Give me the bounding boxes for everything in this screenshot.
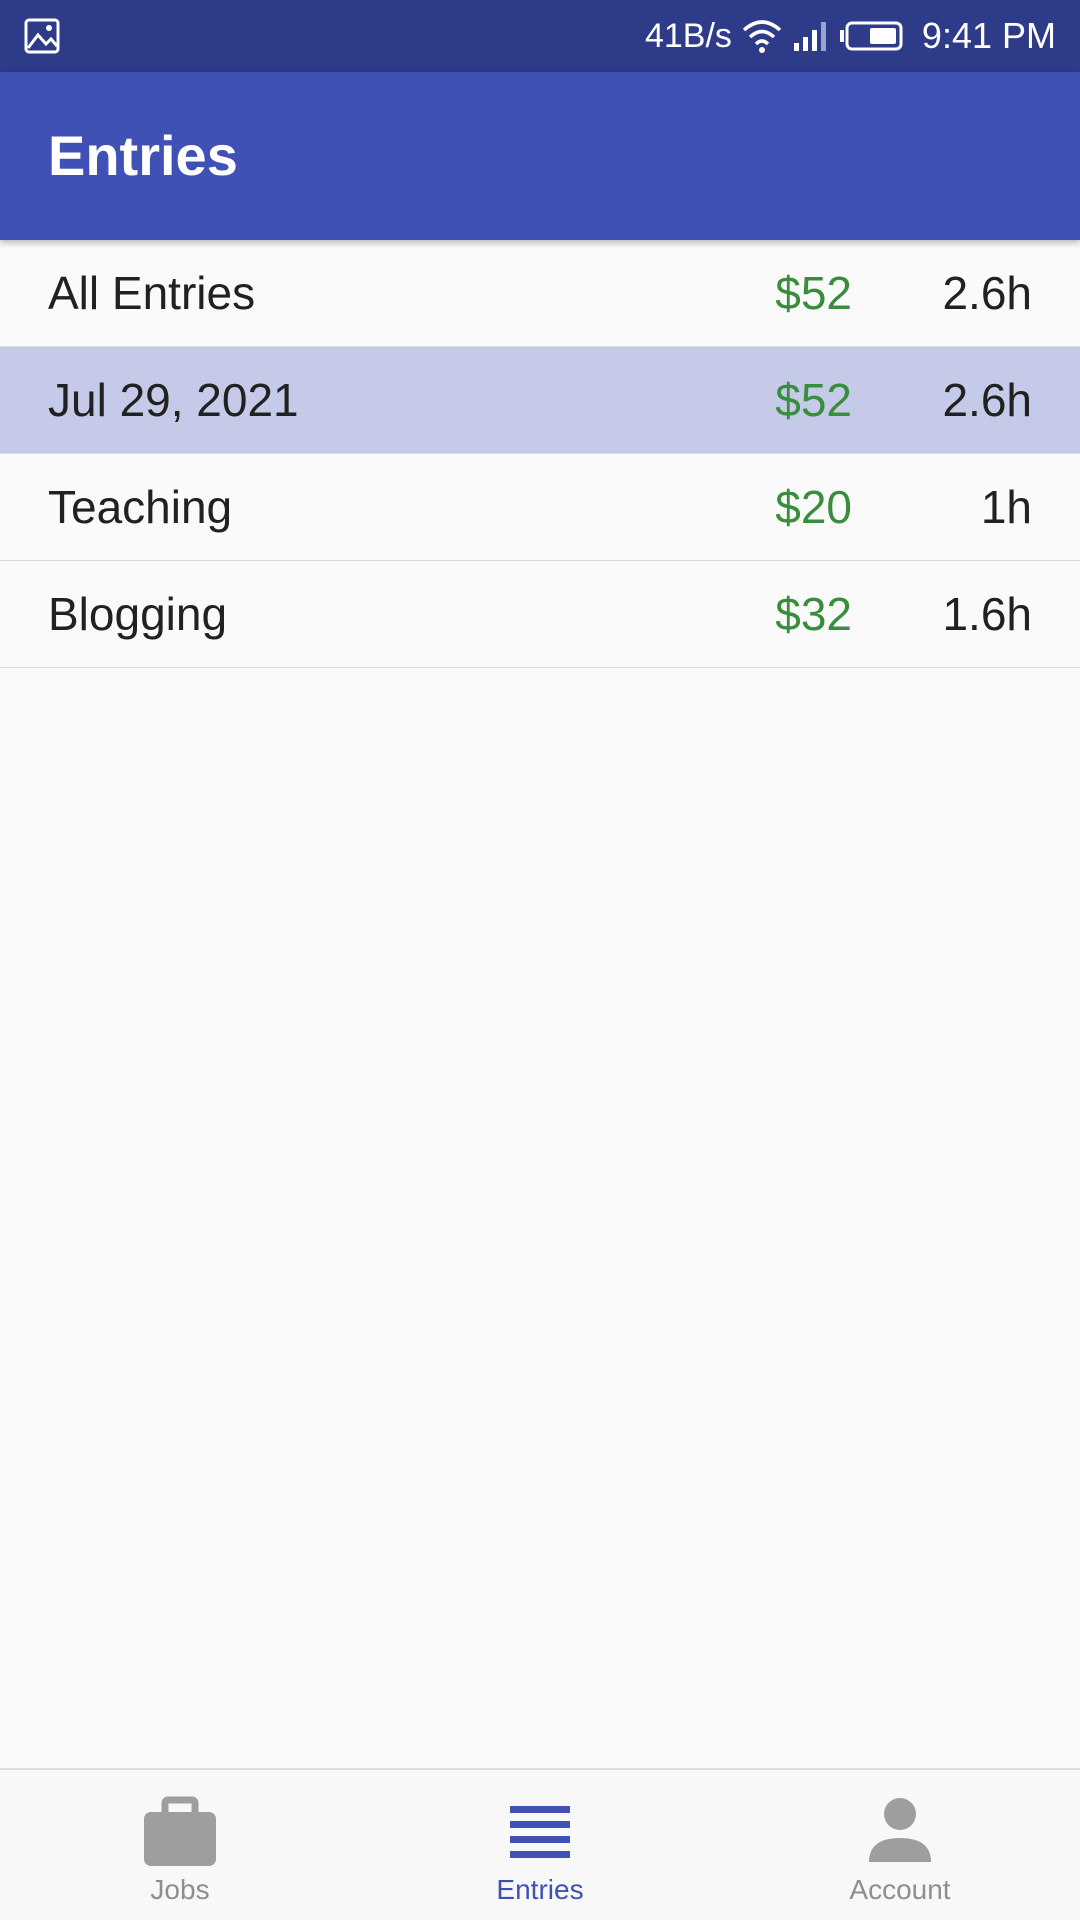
briefcase-icon [140, 1792, 220, 1872]
app-bar: Entries [0, 72, 1080, 240]
entry-pay: $32 [775, 588, 852, 640]
page-title: Entries [48, 124, 238, 187]
entries-list: All Entries $52 2.6h Jul 29, 2021 $52 2.… [0, 240, 1080, 668]
entry-pay: $20 [775, 481, 852, 533]
entry-label: All Entries [48, 267, 256, 319]
battery-icon [839, 20, 904, 52]
list-item-date[interactable]: Jul 29, 2021 $52 2.6h [0, 347, 1080, 454]
entry-pay: $52 [775, 267, 852, 319]
nav-item-account[interactable]: Account [720, 1770, 1080, 1920]
entry-hours: 1h [980, 481, 1032, 533]
nav-item-jobs[interactable]: Jobs [0, 1770, 360, 1920]
network-speed: 41B/s [644, 16, 732, 55]
person-icon [860, 1792, 940, 1872]
status-bar: 41B/s 9:41 PM [0, 0, 1080, 72]
entry-label: Teaching [48, 481, 233, 533]
nav-item-entries[interactable]: Entries [360, 1770, 720, 1920]
list-item-blogging[interactable]: Blogging $32 1.6h [0, 561, 1080, 668]
entry-hours: 1.6h [942, 588, 1032, 640]
nav-label-account: Account [849, 1874, 951, 1905]
list-icon [500, 1792, 580, 1872]
signal-icon [792, 19, 832, 53]
status-time: 9:41 PM [921, 15, 1056, 56]
bottom-navigation: Jobs Entries Account [0, 1768, 1080, 1920]
entry-hours: 2.6h [942, 374, 1032, 426]
list-item-teaching[interactable]: Teaching $20 1h [0, 454, 1080, 561]
nav-label-entries: Entries [496, 1874, 584, 1905]
image-icon [24, 18, 60, 54]
entry-pay: $52 [775, 374, 852, 426]
entry-label: Jul 29, 2021 [48, 374, 299, 426]
list-item-all-entries[interactable]: All Entries $52 2.6h [0, 240, 1080, 347]
entry-label: Blogging [48, 588, 228, 640]
wifi-icon [740, 16, 784, 56]
nav-label-jobs: Jobs [150, 1874, 210, 1905]
entry-hours: 2.6h [942, 267, 1032, 319]
